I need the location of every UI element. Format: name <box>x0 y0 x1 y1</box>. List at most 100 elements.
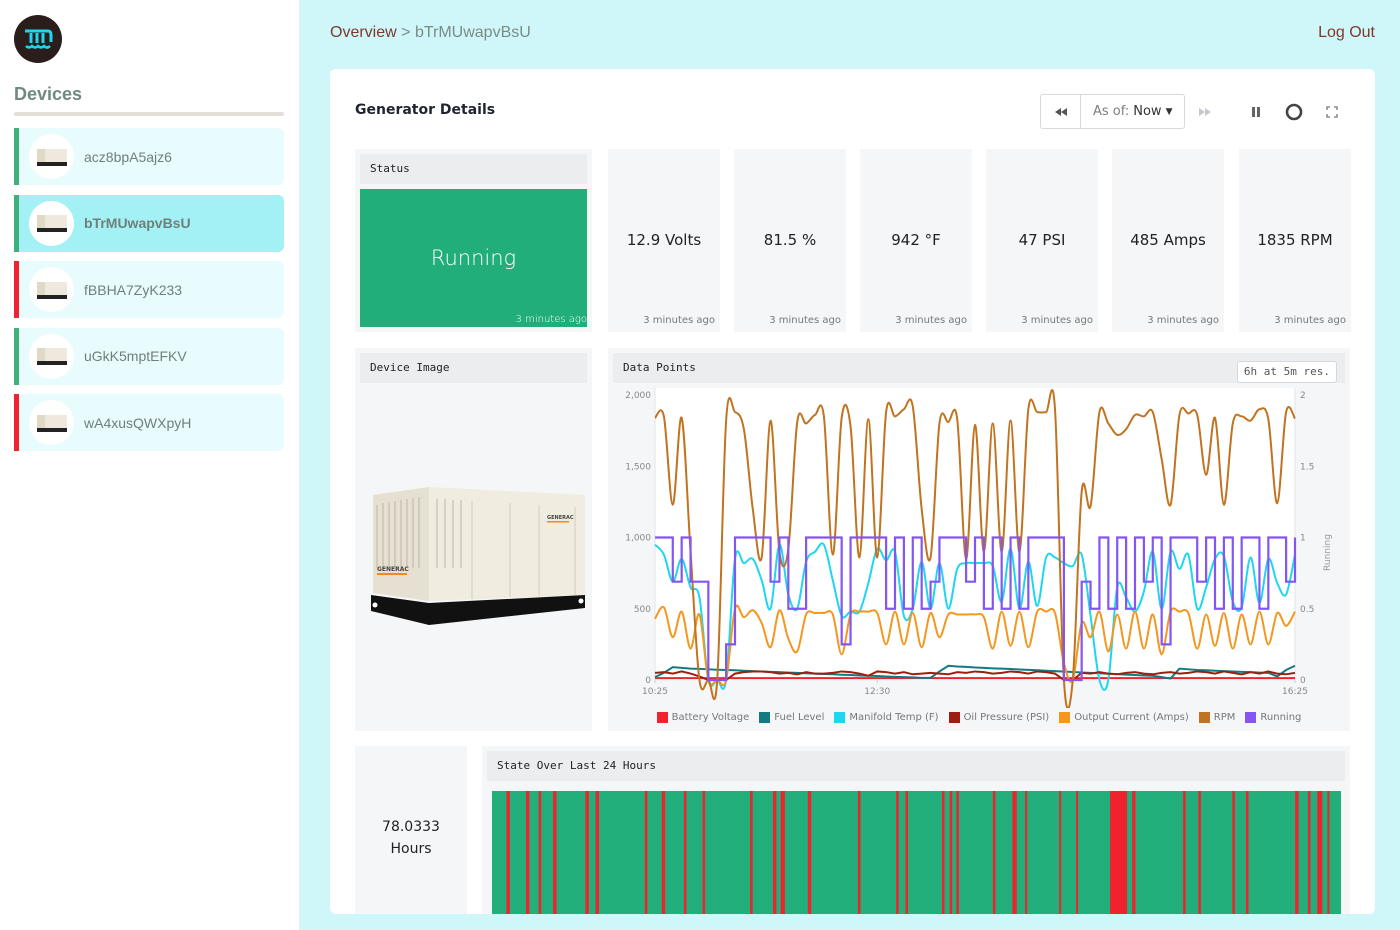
device-item[interactable]: bTrMUwapvBsU <box>14 194 284 252</box>
legend-swatch <box>759 712 771 723</box>
device-name: wA4xusQWXpyH <box>84 414 192 431</box>
legend-label: Manifold Temp (F) <box>849 712 939 723</box>
refresh-button[interactable] <box>1275 94 1313 129</box>
logo-icon <box>25 29 53 49</box>
generator-thumbnail-icon <box>36 148 67 166</box>
generator-details-card: Generator Details As of: Now ▼ Status Ru… <box>330 69 1375 914</box>
device-thumbnail <box>29 333 74 379</box>
generator-thumbnail-icon <box>36 215 67 232</box>
status-value: Running <box>430 246 517 270</box>
app-logo[interactable] <box>14 15 62 63</box>
status-indicator: Running 3 minutes ago <box>360 189 587 327</box>
card-title: Generator Details <box>355 102 496 118</box>
state-off-segment <box>585 791 589 914</box>
generator-thumbnail-icon <box>36 281 67 299</box>
x-tick-label: 12:30 <box>864 687 890 697</box>
breadcrumb: Overview > bTrMUwapvBsU <box>330 24 531 42</box>
metric-updated: 3 minutes ago <box>895 315 967 326</box>
metric-value: 942 °F <box>891 231 941 249</box>
state-off-segment <box>780 791 785 914</box>
state-off-segment <box>992 791 996 914</box>
y-left-tick-label: 1,500 <box>625 462 651 472</box>
status-stripe <box>14 394 19 451</box>
state-off-segment <box>896 791 899 914</box>
state-off-segment <box>750 791 753 914</box>
state-off-segment <box>553 791 557 914</box>
state-on-background <box>492 791 1341 914</box>
metric-updated: 3 minutes ago <box>1274 315 1346 326</box>
device-thumbnail <box>29 267 74 312</box>
pause-icon <box>1252 106 1261 117</box>
legend-item[interactable]: RPM <box>1198 712 1235 723</box>
device-thumbnail <box>29 200 74 246</box>
device-image-panel: Device Image GENERAC GENERAC <box>355 348 592 731</box>
y-right-tick-label: 1.5 <box>1300 462 1314 472</box>
metric-updated: 3 minutes ago <box>643 315 715 326</box>
device-item[interactable]: acz8bpA5ajz6 <box>14 128 284 185</box>
metric-value: 485 Amps <box>1130 231 1206 249</box>
state-off-segment <box>1183 791 1186 914</box>
legend-item[interactable]: Running <box>1245 712 1301 723</box>
state-off-segment <box>661 791 666 914</box>
legend-item[interactable]: Fuel Level <box>759 712 824 723</box>
state-off-segment <box>1059 791 1062 914</box>
metric-value: 81.5 % <box>763 231 817 249</box>
legend-item[interactable]: Manifold Temp (F) <box>834 712 939 723</box>
legend-label: Fuel Level <box>774 712 825 723</box>
state-off-segment <box>1232 791 1235 914</box>
device-item[interactable]: fBBHA7ZyK233 <box>14 261 284 318</box>
legend-label: Running <box>1260 712 1302 723</box>
device-item[interactable]: wA4xusQWXpyH <box>14 394 284 451</box>
y-left-tick-label: 1,000 <box>625 534 651 544</box>
rewind-button[interactable] <box>1041 95 1081 128</box>
logout-link[interactable]: Log Out <box>1318 24 1375 42</box>
legend-item[interactable]: Battery Voltage <box>656 712 749 723</box>
pause-button[interactable] <box>1237 94 1275 129</box>
devices-heading: Devices <box>14 84 83 104</box>
state-off-segment <box>1198 791 1201 914</box>
state-off-segment <box>1076 791 1079 914</box>
device-thumbnail <box>29 400 74 445</box>
state-off-segment <box>1327 791 1330 914</box>
device-name: uGkK5mptEFKV <box>84 348 187 364</box>
run-hours-unit: Hours <box>390 841 432 857</box>
metric-value: 47 PSI <box>1018 231 1066 249</box>
state-off-segment <box>941 791 945 914</box>
y-left-tick-label: 500 <box>634 605 651 615</box>
data-points-panel: Data Points 6h at 5m res. 0 500 1,000 1,500… <box>608 348 1350 731</box>
generator-brand-label: GENERAC <box>377 566 409 573</box>
as-of-label: As of: <box>1093 104 1130 119</box>
state-off-segment <box>595 791 599 914</box>
metric-updated: 3 minutes ago <box>1021 315 1093 326</box>
breadcrumb-current: bTrMUwapvBsU <box>414 24 531 41</box>
state-off-segment <box>644 791 648 914</box>
y-right-tick-label: 1 <box>1300 534 1306 544</box>
forward-icon <box>1199 107 1212 116</box>
run-hours-value: 78.0333 <box>382 819 440 835</box>
state-off-segment <box>1110 791 1128 914</box>
legend-item[interactable]: Oil Pressure (PSI) <box>948 712 1049 723</box>
forward-button[interactable] <box>1185 95 1225 128</box>
device-name: bTrMUwapvBsU <box>84 215 191 231</box>
y-right-tick-label: 2 <box>1300 391 1306 401</box>
legend-swatch <box>1245 712 1257 723</box>
manifold-temp-metric: 942 °F 3 minutes ago <box>860 149 972 332</box>
device-item[interactable]: uGkK5mptEFKV <box>14 327 284 385</box>
legend-item[interactable]: Output Current (Amps) <box>1059 712 1189 723</box>
legend-swatch <box>834 712 846 723</box>
rewind-icon <box>1054 107 1067 116</box>
device-name: fBBHA7ZyK233 <box>84 281 183 298</box>
state-off-segment <box>1132 791 1136 914</box>
status-panel: Status Running 3 minutes ago <box>355 149 592 332</box>
device-thumbnail <box>29 134 74 179</box>
state-off-segment <box>1025 791 1028 914</box>
state-off-segment <box>538 791 542 914</box>
as-of-dropdown[interactable]: As of: Now ▼ <box>1081 95 1184 128</box>
state-timeline <box>492 791 1341 914</box>
fullscreen-button[interactable] <box>1313 94 1351 129</box>
breadcrumb-overview-link[interactable]: Overview <box>330 24 397 41</box>
generator-thumbnail-icon <box>36 414 67 432</box>
state-24h-panel: State Over Last 24 Hours <box>482 746 1350 914</box>
device-image-title: Device Image <box>360 353 587 383</box>
fullscreen-icon <box>1326 105 1339 118</box>
